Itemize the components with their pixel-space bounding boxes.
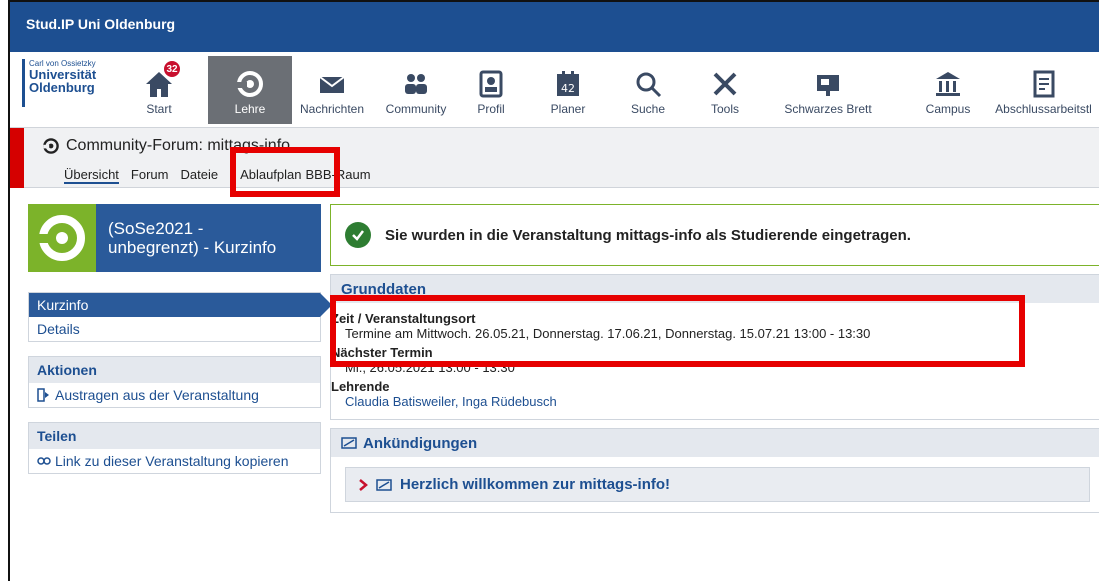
campus-icon (936, 72, 960, 96)
sidebar-item-details[interactable]: Details (29, 317, 320, 341)
nav-planer[interactable]: 42 Planer (540, 56, 596, 124)
lehre-icon (237, 71, 263, 97)
top-header: Stud.IP Uni Oldenburg (10, 0, 1099, 52)
success-message: Sie wurden in die Veranstaltung mittags-… (330, 204, 1099, 266)
nav-label: Community (385, 102, 447, 116)
nav-label: Lehre (234, 102, 266, 116)
notification-badge: 32 (163, 60, 181, 78)
nav-abschlussarbeiten[interactable]: Abschlussarbeitstl (986, 56, 1099, 124)
sidebar-actions: Aktionen Austragen aus der Veranstaltung (28, 356, 321, 408)
lehrende-label: Lehrende (331, 379, 390, 394)
nav-label: Suche (630, 102, 666, 116)
board-icon (817, 75, 839, 96)
course-icon (43, 138, 59, 154)
announcement-icon (376, 478, 392, 491)
nav-label: Start (146, 102, 172, 116)
tools-icon (713, 72, 737, 96)
copy-link-label: Link zu dieser Veranstaltung kopieren (55, 453, 289, 469)
nav-campus[interactable]: Campus (920, 56, 976, 124)
ankuendigungen-heading-row: Ankündigungen (331, 429, 1099, 457)
nav-profil[interactable]: Profil (466, 56, 516, 124)
actions-heading: Aktionen (29, 357, 320, 383)
calendar-icon: 42 (557, 71, 579, 96)
unsubscribe-link[interactable]: Austragen aus der Veranstaltung (29, 383, 320, 407)
course-context-bar: Community-Forum: mittags-info Übersicht … (10, 128, 1099, 188)
logo-line3: Oldenburg (29, 80, 95, 95)
success-text: Sie wurden in die Veranstaltung mittags-… (385, 226, 911, 244)
sidebar-navigation: Kurzinfo Details (28, 292, 332, 342)
course-title-line1: (SoSe2021 - (108, 219, 204, 238)
lehrende-value[interactable]: Claudia Batisweiler, Inga Rüdebusch (331, 394, 1099, 409)
people-icon (405, 74, 427, 94)
logout-icon (37, 388, 49, 402)
nav-lehre[interactable]: Lehre (208, 56, 292, 124)
course-logo-icon (28, 204, 96, 272)
nav-label: Abschlussarbeitstl (995, 102, 1092, 116)
nav-label: Tools (710, 102, 739, 116)
sidebar: (SoSe2021 - unbegrenzt) - Kurzinfo Kurzi… (28, 204, 332, 474)
course-title-line2: unbegrenzt) - Kurzinfo (108, 238, 277, 257)
svg-text:42: 42 (561, 82, 575, 95)
nav-schwarzes-brett[interactable]: Schwarzes Brett (778, 56, 878, 124)
nav-label: Nachrichten (299, 102, 365, 116)
tab-forum[interactable]: Forum (131, 167, 169, 184)
main-navigation: Carl von Ossietzky Universität Oldenburg… (10, 52, 1099, 128)
nav-nachrichten[interactable]: Nachrichten (294, 56, 370, 124)
share-heading: Teilen (29, 423, 320, 449)
nav-community[interactable]: Community (376, 56, 456, 124)
course-header: (SoSe2021 - unbegrenzt) - Kurzinfo (28, 204, 321, 272)
checkmark-icon (345, 222, 371, 248)
announcement-item[interactable]: Herzlich willkommen zur mittags-info! (345, 467, 1090, 502)
document-icon (1033, 70, 1054, 98)
mail-icon (319, 76, 345, 93)
context-marker (10, 128, 24, 188)
tab-dateien[interactable]: Dateie (180, 167, 218, 184)
link-icon (37, 457, 51, 465)
nav-tools[interactable]: Tools (700, 56, 750, 124)
browser-frame: Stud.IP Uni Oldenburg Carl von Ossietzky… (8, 0, 1099, 581)
nav-label: Campus (925, 102, 971, 116)
profile-icon (479, 70, 503, 98)
university-logo[interactable]: Carl von Ossietzky Universität Oldenburg (22, 59, 114, 107)
ankuendigungen-panel: Ankündigungen Herzlich willkommen zur mi… (330, 428, 1099, 513)
nav-label: Profil (477, 102, 505, 116)
sidebar-item-kurzinfo[interactable]: Kurzinfo (29, 293, 332, 317)
announcement-icon (341, 437, 357, 449)
nav-start[interactable]: 32 Start (134, 56, 184, 124)
course-title: (SoSe2021 - unbegrenzt) - Kurzinfo (96, 219, 276, 257)
copy-link[interactable]: Link zu dieser Veranstaltung kopieren (29, 449, 320, 473)
unsubscribe-label: Austragen aus der Veranstaltung (55, 387, 259, 403)
chevron-right-icon (359, 478, 368, 491)
search-icon (636, 72, 662, 98)
highlight-ablaufplan (230, 147, 340, 197)
announcement-title: Herzlich willkommen zur mittags-info! (400, 476, 671, 493)
tab-uebersicht[interactable]: Übersicht (64, 167, 119, 184)
highlight-zeit-ort (330, 295, 1025, 367)
app-title[interactable]: Stud.IP Uni Oldenburg (26, 16, 175, 32)
nav-suche[interactable]: Suche (622, 56, 674, 124)
nav-label: Planer (550, 102, 586, 116)
nav-label: Schwarzes Brett (784, 102, 872, 116)
sidebar-share: Teilen Link zu dieser Veranstaltung kopi… (28, 422, 321, 474)
ankuendigungen-heading: Ankündigungen (363, 434, 478, 452)
